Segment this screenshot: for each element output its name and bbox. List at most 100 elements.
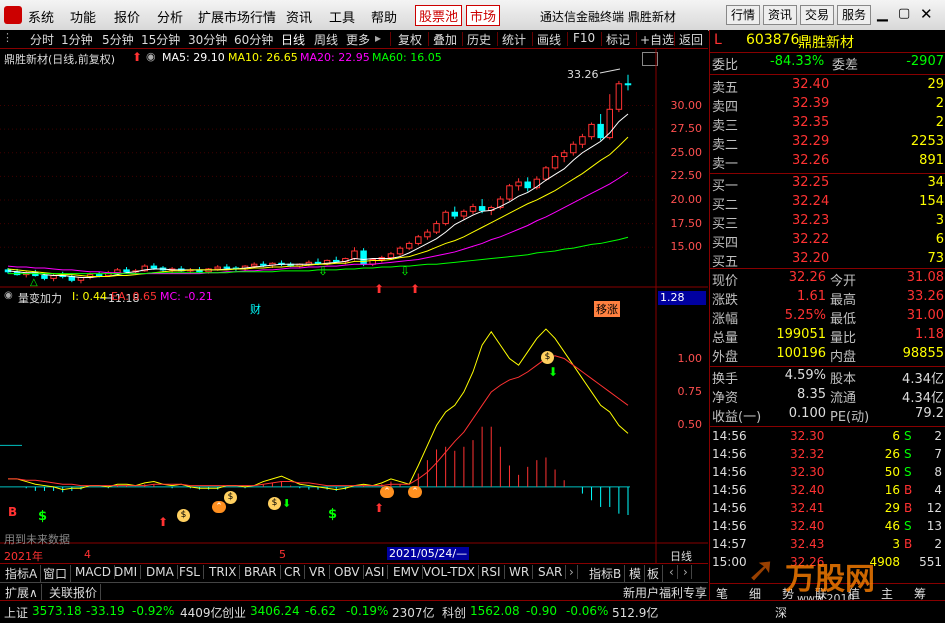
menu-item-system[interactable]: 系统 bbox=[28, 7, 54, 26]
tab-board[interactable]: 板 bbox=[644, 565, 664, 582]
toolbar-button-mark[interactable]: 标记 bbox=[606, 31, 630, 48]
period-tab-more[interactable]: 更多 bbox=[346, 31, 370, 48]
tab-trix[interactable]: TRIX bbox=[206, 565, 241, 579]
tab-scroll-right-icon[interactable]: › bbox=[680, 565, 692, 579]
tab-asi[interactable]: ASI bbox=[362, 565, 389, 579]
stat-row: 涨跌 1.61 最高 33.26 bbox=[712, 289, 944, 308]
tab-scroll-right-icon[interactable]: › bbox=[566, 565, 578, 579]
candle-down bbox=[150, 265, 158, 269]
ma-line-ma10 bbox=[7, 136, 629, 277]
tab-window[interactable]: 窗口 bbox=[40, 565, 72, 582]
finance-marker[interactable]: 财 bbox=[250, 301, 261, 317]
tab-macd[interactable]: MACD bbox=[72, 565, 115, 579]
stat-row: 现价 32.26 今开 31.08 bbox=[712, 270, 944, 289]
toolbar-button-overlay[interactable]: 叠加 bbox=[433, 31, 457, 48]
toolbar-divider bbox=[462, 32, 463, 46]
high-price-label: 33.26 bbox=[567, 68, 599, 81]
bid-row[interactable]: 买二 32.24 154 bbox=[712, 194, 944, 213]
sh-index-label[interactable]: 上证 bbox=[4, 604, 28, 621]
toolbar-button-f10[interactable]: F10 bbox=[573, 31, 595, 45]
tick-volume: 50 bbox=[884, 465, 900, 479]
indicator-tabs: 指标A 窗口 MACD DMI DMA FSL TRIX BRAR CR VR … bbox=[0, 563, 708, 582]
toolbar-button-draw[interactable]: 画线 bbox=[537, 31, 561, 48]
menu-item-tools[interactable]: 工具 bbox=[329, 7, 355, 26]
ask-row[interactable]: 卖五 32.40 29 bbox=[712, 77, 944, 96]
close-icon[interactable]: ✕ bbox=[920, 5, 933, 23]
toolbar-button-back[interactable]: 返回 bbox=[679, 31, 703, 48]
tab-template[interactable]: 模 bbox=[626, 565, 646, 582]
top-button-news[interactable]: 资讯 bbox=[763, 5, 798, 25]
menu-item-function[interactable]: 功能 bbox=[70, 7, 96, 26]
tab-dma[interactable]: DMA bbox=[143, 565, 178, 579]
new-user-promo[interactable]: 新用户福利专享 bbox=[620, 584, 710, 601]
cy-index-label[interactable]: 创业 bbox=[222, 604, 246, 621]
tab-brar[interactable]: BRAR bbox=[241, 565, 281, 579]
toolbar-button-stats[interactable]: 统计 bbox=[502, 31, 526, 48]
menu-item-ext-market[interactable]: 扩展市场行情 bbox=[198, 7, 276, 26]
period-tab-60min[interactable]: 60分钟 bbox=[234, 31, 273, 48]
menu-item-analysis[interactable]: 分析 bbox=[157, 7, 183, 26]
window-title: 通达信金融终端 鼎胜新材 bbox=[540, 10, 676, 24]
cursor-date-label: 2021/05/24/— bbox=[387, 547, 470, 560]
tab-cr[interactable]: CR bbox=[281, 565, 305, 579]
date-axis-month-5: 5 bbox=[279, 548, 286, 561]
restore-icon[interactable]: ▢ bbox=[898, 6, 910, 21]
top-button-trade[interactable]: 交易 bbox=[800, 5, 835, 25]
tick-price: 32.26 bbox=[790, 555, 825, 569]
period-tab-5min[interactable]: 5分钟 bbox=[102, 31, 134, 48]
toolbar-button-adjust[interactable]: 复权 bbox=[398, 31, 422, 48]
candle-down bbox=[360, 250, 367, 265]
sub-dropdown-circle-icon[interactable]: ◉ bbox=[4, 290, 13, 301]
top-button-quote[interactable]: 行情 bbox=[726, 5, 761, 25]
menu-item-market[interactable]: 市场 bbox=[466, 5, 501, 26]
tick-count: 12 bbox=[926, 501, 942, 515]
period-tab-timeshare[interactable]: 分时 bbox=[30, 31, 54, 48]
candle-up bbox=[469, 206, 477, 212]
toolbar-button-add-watch[interactable]: +自选 bbox=[640, 31, 674, 48]
ext-toggle-button[interactable]: 扩展∧ bbox=[2, 584, 42, 601]
tab-fsl[interactable]: FSL bbox=[176, 565, 204, 579]
period-tab-1min[interactable]: 1分钟 bbox=[61, 31, 93, 48]
related-quote-tab[interactable]: 关联报价 bbox=[46, 584, 102, 601]
tab-scroll-left-icon[interactable]: ‹ bbox=[666, 565, 678, 579]
tab-emv[interactable]: EMV bbox=[390, 565, 424, 579]
period-tab-30min[interactable]: 30分钟 bbox=[188, 31, 227, 48]
ask-level-label: 卖四 bbox=[712, 100, 739, 115]
tab-sar[interactable]: SAR bbox=[535, 565, 567, 579]
divider bbox=[710, 173, 945, 174]
tab-vr[interactable]: VR bbox=[306, 565, 330, 579]
period-tab-15min[interactable]: 15分钟 bbox=[141, 31, 180, 48]
bid-price: 32.25 bbox=[792, 175, 830, 190]
period-tab-weekly[interactable]: 周线 bbox=[314, 31, 338, 48]
bid-row[interactable]: 买四 32.22 6 bbox=[712, 232, 944, 251]
ask-row[interactable]: 卖二 32.29 2253 bbox=[712, 134, 944, 153]
period-tab-daily[interactable]: 日线 bbox=[281, 31, 305, 48]
ask-row[interactable]: 卖三 32.35 2 bbox=[712, 115, 944, 134]
tab-vol-tdx[interactable]: VOL-TDX bbox=[420, 565, 479, 579]
tab-obv[interactable]: OBV bbox=[331, 565, 364, 579]
more-chevron-icon[interactable]: ▸ bbox=[375, 31, 381, 45]
tick-count: 13 bbox=[926, 519, 942, 533]
minimize-icon[interactable]: ▁ bbox=[877, 6, 888, 22]
chart-area[interactable]: 鼎胜新材(日线,前复权) ⬆ ◉ MA5: 29.10 MA10: 26.65 … bbox=[0, 49, 708, 563]
top-button-service[interactable]: 服务 bbox=[837, 5, 872, 25]
toolbar-button-history[interactable]: 历史 bbox=[467, 31, 491, 48]
finance-value: 8.35 bbox=[797, 387, 826, 402]
tab-rsi[interactable]: RSI bbox=[478, 565, 505, 579]
tab-indicator-a[interactable]: 指标A bbox=[2, 565, 42, 582]
bid-row[interactable]: 买三 32.23 3 bbox=[712, 213, 944, 232]
menu-item-quote[interactable]: 报价 bbox=[114, 7, 140, 26]
ask-row[interactable]: 卖四 32.39 2 bbox=[712, 96, 944, 115]
menu-item-stock-pool[interactable]: 股票池 bbox=[415, 5, 463, 26]
kc-index-label[interactable]: 科创 bbox=[442, 604, 466, 621]
date-axis-year: 2021年 bbox=[4, 550, 43, 563]
bid-row[interactable]: 买一 32.25 34 bbox=[712, 175, 944, 194]
period-label[interactable]: 日线 bbox=[670, 548, 692, 564]
menu-item-news[interactable]: 资讯 bbox=[286, 7, 312, 26]
menu-item-help[interactable]: 帮助 bbox=[371, 7, 397, 26]
tab-wr[interactable]: WR bbox=[506, 565, 534, 579]
tab-indicator-b[interactable]: 指标B bbox=[586, 565, 626, 582]
move-rise-marker[interactable]: 移涨 bbox=[594, 301, 620, 317]
ask-row[interactable]: 卖一 32.26 891 bbox=[712, 153, 944, 172]
tab-dmi[interactable]: DMI bbox=[111, 565, 142, 579]
